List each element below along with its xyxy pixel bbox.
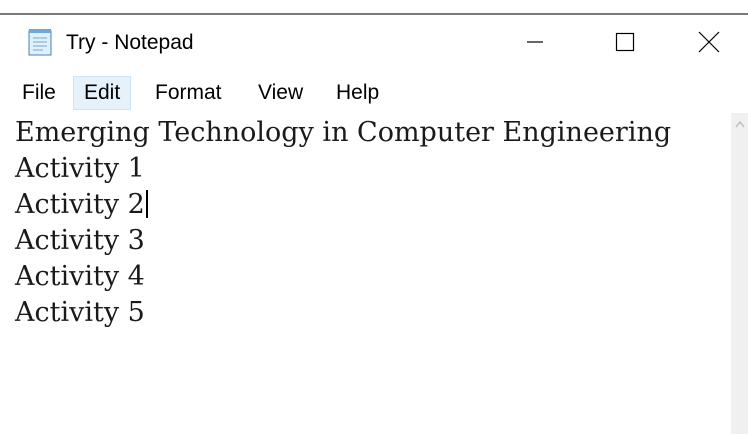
menu-help[interactable]: Help [326, 76, 389, 110]
text-line: Activity 1 [15, 153, 145, 184]
text-line: Activity 2 [15, 187, 148, 223]
title-bar[interactable]: Try - Notepad [0, 15, 748, 73]
menu-format[interactable]: Format [145, 76, 232, 110]
minimize-button[interactable] [490, 15, 580, 73]
close-icon [698, 31, 720, 58]
menu-edit[interactable]: Edit [73, 76, 132, 110]
text-line: Emerging Technology in Computer Engineer… [15, 117, 672, 148]
maximize-icon [615, 32, 635, 57]
menu-file[interactable]: File [12, 76, 66, 110]
window-title: Try - Notepad [66, 31, 194, 54]
text-line: Activity 5 [15, 297, 145, 328]
text-line: Activity 4 [15, 261, 145, 292]
menu-view[interactable]: View [248, 76, 313, 110]
text-editor[interactable]: Emerging Technology in Computer Engineer… [0, 113, 731, 434]
vertical-scrollbar[interactable] [731, 113, 748, 434]
menu-bar: File Edit Format View Help [0, 73, 748, 113]
text-caret [145, 190, 148, 218]
maximize-button[interactable] [580, 15, 670, 73]
chevron-up-icon [734, 116, 746, 134]
text-line: Activity 3 [15, 225, 145, 256]
window-top-border [0, 0, 748, 15]
notepad-icon [25, 27, 55, 57]
minimize-icon [525, 32, 545, 57]
close-button[interactable] [670, 15, 748, 73]
scroll-up-button[interactable] [731, 113, 748, 137]
